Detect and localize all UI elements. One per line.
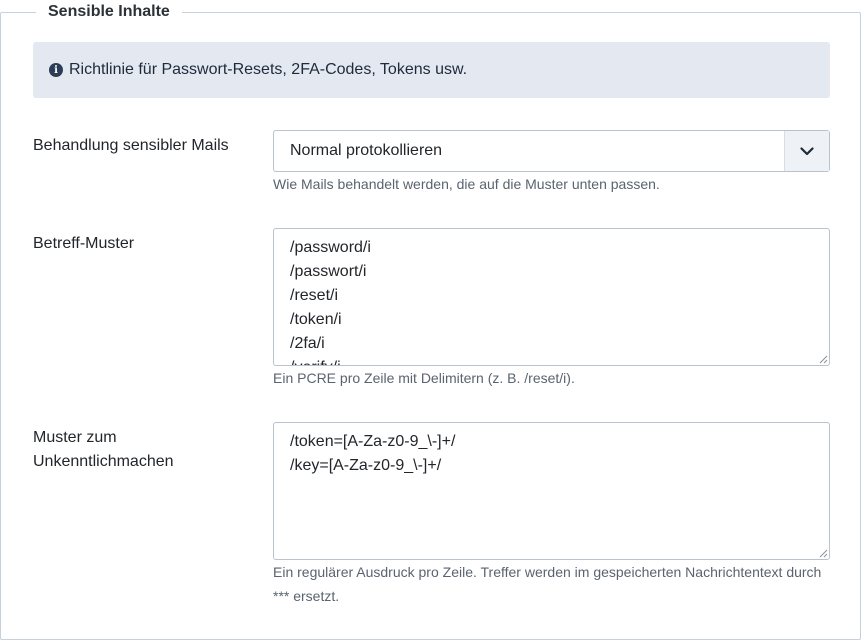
chevron-down-icon[interactable] <box>784 131 829 171</box>
textarea-line: /reset/i <box>290 287 339 304</box>
mask-label-line2: Unkenntlichmachen <box>33 453 174 470</box>
resize-handle-icon[interactable] <box>818 548 828 558</box>
fieldset-legend: Sensible Inhalte <box>36 0 182 24</box>
textarea-line: /passwort/i <box>290 263 367 280</box>
mask-help-line1: Ein regulärer Ausdruck pro Zeile. Treffe… <box>273 564 822 580</box>
info-alert: i Richtlinie für Passwort-Resets, 2FA-Co… <box>33 42 830 98</box>
textarea-line: /password/i <box>290 239 371 256</box>
handling-label: Behandlung sensibler Mails <box>33 137 229 154</box>
info-icon: i <box>49 63 63 77</box>
handling-select[interactable]: Normal protokollieren <box>273 130 830 172</box>
textarea-line: /key=[A-Za-z0-9_\-]+/ <box>290 457 442 474</box>
textarea-line: /token/i <box>290 311 342 328</box>
alert-text: Richtlinie für Passwort-Resets, 2FA-Code… <box>69 61 468 78</box>
resize-handle-icon[interactable] <box>818 354 828 364</box>
textarea-line: /token=[A-Za-z0-9_\-]+/ <box>290 433 456 450</box>
textarea-line: /verify/i <box>290 356 829 365</box>
mask-help-line2: *** ersetzt. <box>273 588 340 604</box>
subject-patterns-textarea[interactable]: /password/i/passwort/i/reset/i/token/i/2… <box>273 228 830 366</box>
mask-label-line1: Muster zum <box>33 429 117 446</box>
handling-help: Wie Mails behandelt werden, die auf die … <box>273 176 660 192</box>
handling-selected-value: Normal protokollieren <box>290 142 443 159</box>
textarea-line: /2fa/i <box>290 335 325 352</box>
mask-patterns-textarea[interactable]: /token=[A-Za-z0-9_\-]+/ /key=[A-Za-z0-9_\… <box>273 422 830 560</box>
subject-help: Ein PCRE pro Zeile mit Delimitern (z. B.… <box>273 370 575 386</box>
subject-label: Betreff-Muster <box>33 235 135 252</box>
